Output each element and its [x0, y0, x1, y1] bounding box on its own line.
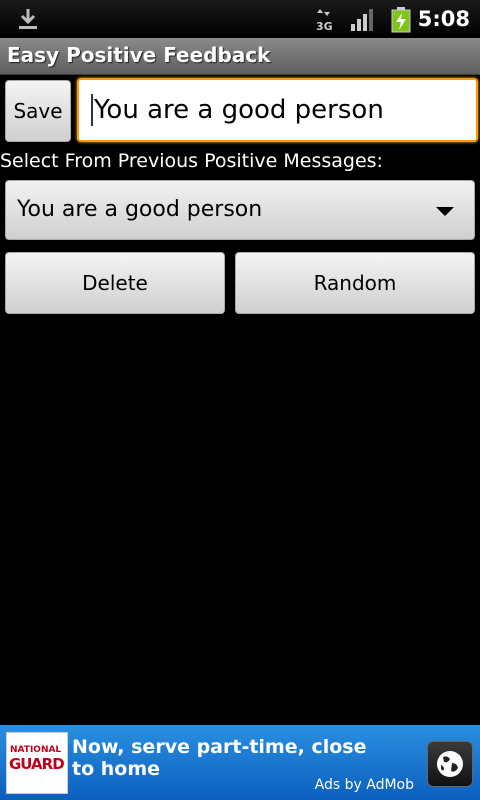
message-input[interactable]: You are a good person	[77, 78, 478, 142]
battery-charging-icon	[391, 7, 411, 37]
logo-text-bottom: GUARD	[9, 755, 65, 773]
svg-text:3G: 3G	[316, 20, 333, 32]
status-bar: 3G 5:08	[0, 0, 480, 38]
app-title: Easy Positive Feedback	[7, 43, 271, 67]
status-time: 5:08	[417, 7, 470, 31]
logo-text-top: NATIONAL	[10, 745, 62, 755]
app-title-bar: Easy Positive Feedback	[0, 38, 480, 75]
dropdown-arrow-icon	[436, 207, 454, 216]
message-input-value: You are a good person	[94, 95, 384, 125]
spinner-selected-value: You are a good person	[17, 197, 263, 222]
national-guard-logo: NATIONAL GUARD	[6, 732, 68, 794]
text-caret	[91, 94, 93, 126]
signal-icon	[350, 8, 376, 36]
random-button[interactable]: Random	[235, 252, 475, 314]
globe-icon[interactable]	[427, 741, 473, 787]
select-label: Select From Previous Positive Messages:	[0, 150, 383, 172]
ad-headline[interactable]: Now, serve part-time, close to home	[72, 736, 372, 780]
ad-banner[interactable]: NATIONAL GUARD Now, serve part-time, clo…	[0, 725, 480, 800]
download-icon	[18, 8, 38, 34]
ad-attribution: Ads by AdMob	[314, 777, 414, 793]
message-spinner[interactable]: You are a good person	[5, 180, 475, 240]
network-3g-icon: 3G	[315, 8, 337, 36]
delete-button[interactable]: Delete	[5, 252, 225, 314]
save-button[interactable]: Save	[5, 80, 71, 142]
